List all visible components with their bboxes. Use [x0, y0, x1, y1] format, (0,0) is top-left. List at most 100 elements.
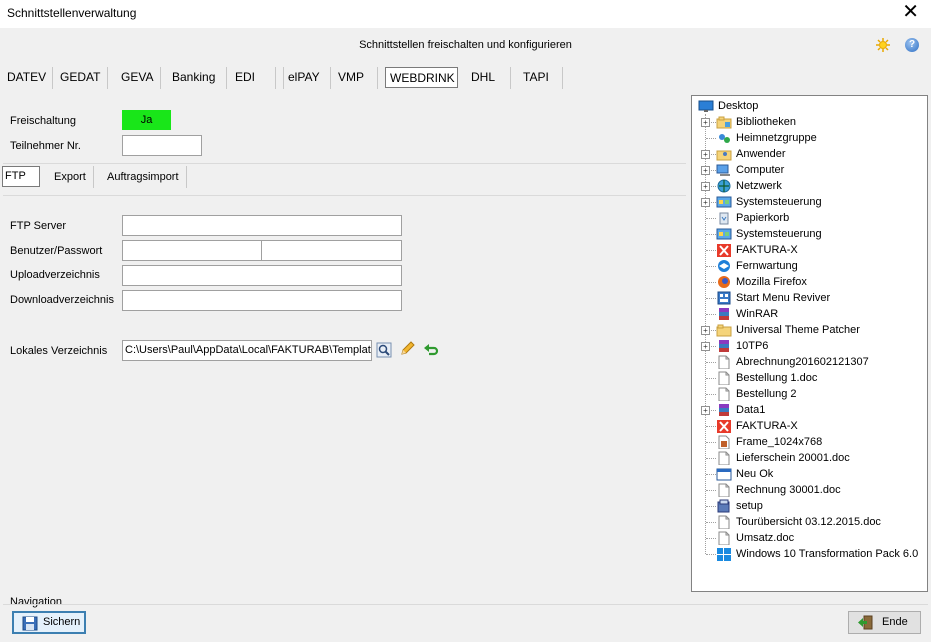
- expand-icon[interactable]: +: [701, 166, 710, 175]
- undo-icon[interactable]: [423, 341, 439, 357]
- image-file-icon: [718, 435, 730, 449]
- ftp-server-field[interactable]: [122, 215, 402, 236]
- tree-item-label: Desktop: [718, 100, 759, 112]
- divider: [3, 195, 686, 196]
- local-dir-field[interactable]: C:\Users\Paul\AppData\Local\FAKTURAB\Tem…: [122, 340, 372, 361]
- faktura-icon: [717, 244, 731, 257]
- tree-item-label: Frame_1024x768: [736, 436, 823, 448]
- folder-icon: [716, 324, 732, 337]
- setup-icon: [717, 499, 730, 513]
- expand-icon[interactable]: +: [701, 326, 710, 335]
- subtab-ftp[interactable]: FTP: [2, 166, 40, 187]
- username-field[interactable]: [122, 240, 262, 261]
- teilnehmer-field[interactable]: [122, 135, 202, 156]
- download-dir-label: Downloadverzeichnis: [10, 294, 114, 306]
- tab-vmp[interactable]: VMP: [334, 67, 378, 89]
- tree-item-label: Bestellung 2: [736, 388, 797, 400]
- tree-connector: [706, 378, 716, 379]
- tree-connector: [706, 426, 716, 427]
- windows-icon: [717, 548, 731, 561]
- app-icon: [717, 291, 731, 305]
- download-dir-field[interactable]: [122, 290, 402, 311]
- expand-icon[interactable]: +: [701, 198, 710, 207]
- file-icon: [718, 451, 730, 465]
- close-icon[interactable]: ✕: [902, 1, 919, 23]
- tree-connector: [706, 474, 716, 475]
- tab-edi[interactable]: EDI: [231, 67, 276, 89]
- winrar-icon: [719, 340, 729, 352]
- expand-icon[interactable]: +: [701, 342, 710, 351]
- tree-connector: [706, 362, 716, 363]
- subtab-export[interactable]: Export: [48, 166, 94, 188]
- tree-item-label: Abrechnung201602121307: [736, 356, 869, 368]
- tab-tapi[interactable]: TAPI: [519, 67, 563, 89]
- tree-item-label: Data1: [736, 404, 766, 416]
- freischaltung-status[interactable]: Ja: [122, 110, 171, 130]
- tree-item-label: Heimnetzgruppe: [736, 132, 817, 144]
- tree-connector: [706, 394, 716, 395]
- winrar-icon: [719, 404, 729, 416]
- tab-geva[interactable]: GEVA: [117, 67, 161, 89]
- tab-webdrink[interactable]: WEBDRINK: [385, 67, 458, 88]
- tree-connector: [706, 490, 716, 491]
- teamviewer-icon: [718, 260, 730, 272]
- tree-connector: [706, 234, 716, 235]
- tab-dhl[interactable]: DHL: [467, 67, 511, 89]
- homegroup-icon: [719, 134, 730, 143]
- help-icon[interactable]: ?: [905, 38, 919, 52]
- faktura-icon: [717, 420, 731, 433]
- tree-item-label: Systemsteuerung: [736, 228, 822, 240]
- tree-item-label: Bibliotheken: [736, 116, 796, 128]
- library-icon: [716, 116, 732, 129]
- sun-icon[interactable]: [876, 38, 890, 52]
- control-panel-icon: [716, 196, 732, 208]
- tree-item-label: Lieferschein 20001.doc: [736, 452, 850, 464]
- tree-item-label: Neu Ok: [736, 468, 774, 480]
- file-icon: [718, 483, 730, 497]
- upload-dir-field[interactable]: [122, 265, 402, 286]
- navigation-label: Navigation: [10, 596, 62, 608]
- tab-gedat[interactable]: GEDAT: [56, 67, 108, 89]
- firefox-icon: [718, 276, 730, 288]
- password-field[interactable]: [261, 240, 402, 261]
- tree-connector: [706, 506, 716, 507]
- file-icon: [718, 531, 730, 545]
- subtab-auftragsimport[interactable]: Auftragsimport: [101, 166, 187, 188]
- winrar-icon: [719, 308, 729, 320]
- file-icon: [718, 515, 730, 529]
- expand-icon[interactable]: +: [701, 406, 710, 415]
- upload-dir-label: Uploadverzeichnis: [10, 269, 100, 281]
- network-icon: [717, 179, 731, 193]
- file-icon: [718, 371, 730, 385]
- tab-datev[interactable]: DATEV: [3, 67, 53, 89]
- pencil-icon[interactable]: [399, 341, 415, 357]
- tree-item-label: Papierkorb: [736, 212, 790, 224]
- expand-icon[interactable]: +: [701, 118, 710, 127]
- teilnehmer-label: Teilnehmer Nr.: [10, 140, 81, 152]
- tree-item-label: Start Menu Reviver: [736, 292, 831, 304]
- tree-connector: [706, 314, 716, 315]
- end-button[interactable]: Ende: [848, 611, 921, 634]
- expand-icon[interactable]: +: [701, 150, 710, 159]
- tree-connector: [706, 458, 716, 459]
- tab-elpay[interactable]: elPAY: [283, 67, 331, 89]
- folder-tree[interactable]: Desktop + Bibliotheken Heimnetzgruppe + Anwen…: [691, 95, 928, 592]
- tree-connector: [706, 282, 716, 283]
- divider: [3, 163, 686, 164]
- expand-icon[interactable]: +: [701, 182, 710, 191]
- control-panel-icon: [716, 228, 732, 240]
- tree-item-label: setup: [736, 500, 763, 512]
- tree-item-label: Umsatz.doc: [736, 532, 795, 544]
- browse-icon[interactable]: [376, 342, 392, 358]
- tree-item-label: Universal Theme Patcher: [736, 324, 860, 336]
- save-button-label: Sichern: [43, 616, 81, 628]
- divider: [3, 604, 928, 605]
- tree-connector: [706, 522, 716, 523]
- tab-banking[interactable]: Banking: [168, 67, 227, 89]
- save-button[interactable]: Sichern: [12, 611, 86, 634]
- file-icon: [718, 387, 730, 401]
- computer-icon: [716, 164, 730, 176]
- window-title: Schnittstellenverwaltung: [7, 6, 137, 20]
- exit-icon: [858, 615, 873, 630]
- window-file-icon: [716, 468, 732, 481]
